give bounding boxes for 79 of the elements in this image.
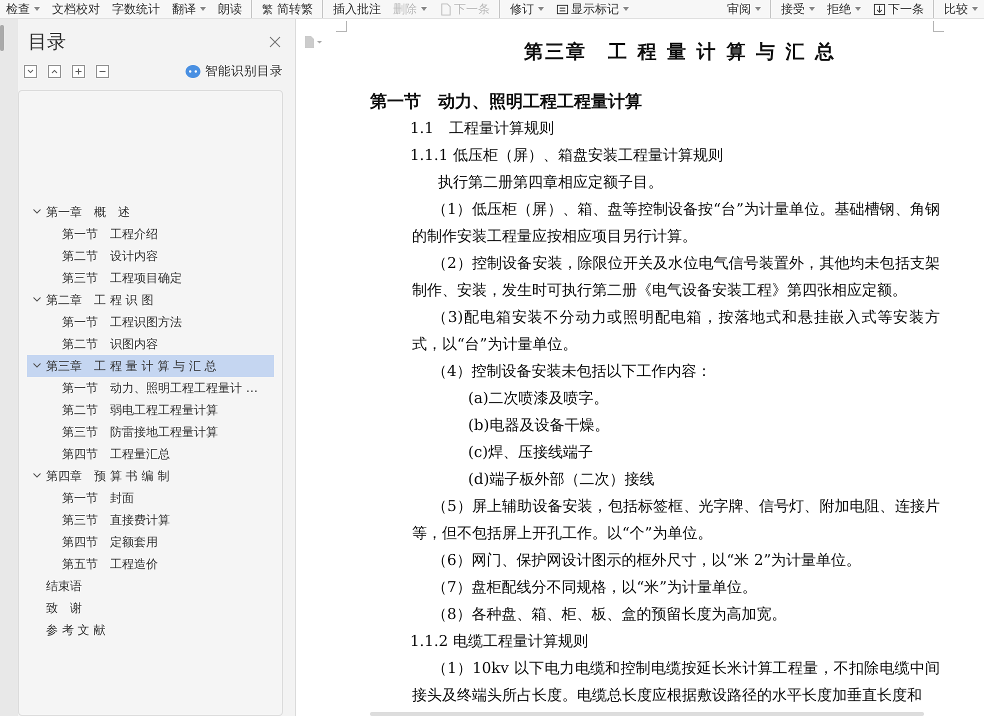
caret-icon bbox=[538, 7, 544, 11]
toolbar-button[interactable]: 审阅 bbox=[721, 0, 771, 18]
toc-item[interactable]: 第二节 识图内容 bbox=[27, 333, 274, 355]
caret-icon bbox=[809, 7, 815, 11]
caret-icon bbox=[972, 7, 978, 11]
subsection-heading: 1.1.2 电缆工程量计算规则 bbox=[409, 631, 589, 652]
subsection-heading: 1.1.1 低压柜（屏）、箱盘安装工程量计算规则 bbox=[409, 145, 724, 166]
toolbar-button[interactable]: 翻译 bbox=[166, 0, 212, 18]
robot-icon bbox=[185, 65, 201, 78]
caret-icon bbox=[623, 7, 629, 11]
toc-item[interactable]: 第二章 工 程 识 图 bbox=[27, 289, 274, 311]
paragraph: （8）各种盘、箱、柜、板、盒的预留长度为高加宽。 bbox=[431, 604, 788, 625]
toc-item[interactable]: 第四节 定额套用 bbox=[27, 531, 274, 553]
paragraph: (a)二次喷漆及喷字。 bbox=[467, 388, 610, 409]
list-icon bbox=[556, 2, 569, 16]
toolbar-button[interactable]: 比较 bbox=[938, 0, 984, 18]
paragraph: (c)焊、压接线端子 bbox=[467, 442, 594, 463]
paragraph: （2）控制设备安装，除限位开关及水位电气信号装置外，其他均未包括支架制作、安装，发生时可执行第二册《电气设备安装工程》第四张相应定额。 bbox=[411, 253, 940, 301]
toc-item[interactable]: 参 考 文 献 bbox=[27, 619, 274, 641]
paragraph: （1）10kv 以下电力电缆和控制电缆按延长米计算工程量，不扣除电缆中间接头及终端头所占长度。电缆总长度应根据敷设路径的水平长度加垂直长度和 bbox=[411, 658, 940, 706]
toc-item[interactable]: 第二节 设计内容 bbox=[27, 245, 274, 267]
chevron-icon[interactable] bbox=[33, 473, 41, 478]
caret-icon bbox=[421, 7, 427, 11]
toc-item[interactable]: 第一节 工程识图方法 bbox=[27, 311, 274, 333]
chevron-icon[interactable] bbox=[33, 297, 41, 302]
toolbar-button[interactable]: 插入批注 bbox=[327, 0, 387, 18]
paragraph: （5）屏上辅助设备安装，包括标签框、光字牌、信号灯、附加电阻、连接片等，但不包括屏上开孔工作。以“个”为单位。 bbox=[411, 496, 940, 544]
caret-icon bbox=[34, 7, 40, 11]
toolbar-button[interactable]: 接受 bbox=[775, 0, 821, 18]
toolbar-button[interactable]: 字数统计 bbox=[106, 0, 166, 18]
toolbar-button[interactable]: 显示标记 bbox=[550, 0, 635, 18]
plus-icon[interactable] bbox=[72, 65, 85, 78]
toolbar-button[interactable]: 拒绝 bbox=[821, 0, 867, 18]
close-icon[interactable] bbox=[269, 36, 281, 48]
caret-icon bbox=[855, 7, 861, 11]
toc-item[interactable]: 第一节 封面 bbox=[27, 487, 274, 509]
smart-toc-button[interactable]: 智能识别目录 bbox=[185, 63, 283, 80]
toc-item[interactable]: 第二节 弱电工程工程量计算 bbox=[27, 399, 274, 421]
scrollbar-thumb[interactable] bbox=[0, 25, 4, 51]
toolbar-button[interactable]: 文档校对 bbox=[46, 0, 106, 18]
paragraph: (d)端子板外部（二次）接线 bbox=[467, 469, 656, 490]
toolbar-button[interactable]: 检查 bbox=[0, 0, 46, 18]
toc-item[interactable]: 第一节 动力、照明工程工程量计 … bbox=[27, 377, 274, 399]
paragraph: (b)电器及设备干燥。 bbox=[467, 415, 610, 436]
arrow-down-icon bbox=[873, 2, 886, 16]
subsection-heading: 1.1 工程量计算规则 bbox=[409, 118, 555, 139]
toolbar-button[interactable]: 下一条 bbox=[867, 0, 934, 18]
paragraph: （7）盘柜配线分不同规格，以“米”为计量单位。 bbox=[431, 577, 758, 598]
section-heading: 第一节 动力、照明工程工程量计算 bbox=[370, 91, 643, 114]
toc-item[interactable]: 致 谢 bbox=[27, 597, 274, 619]
toolbar-button[interactable]: 朗读 bbox=[212, 0, 252, 18]
toolbar-button[interactable]: 修订 bbox=[504, 0, 550, 18]
horizontal-scrollbar[interactable] bbox=[370, 712, 924, 716]
caret-icon bbox=[755, 7, 761, 11]
paragraph: （3)配电箱安装不分动力或照明配电箱，按落地式和悬挂嵌入式等安装方式，以“台”为计量单位。 bbox=[411, 307, 940, 355]
toolbar-button[interactable]: 繁 简转繁 bbox=[256, 0, 323, 18]
toc-item[interactable]: 结束语 bbox=[27, 575, 274, 597]
paragraph: （6）网门、保护网设计图示的框外尺寸，以“米 2”为计量单位。 bbox=[431, 550, 862, 571]
toc-item[interactable]: 第五节 工程造价 bbox=[27, 553, 274, 575]
paragraph: （4）控制设备安装未包括以下工作内容： bbox=[431, 361, 713, 382]
chevron-icon[interactable] bbox=[33, 363, 41, 368]
toc-item[interactable]: 第一节 工程介绍 bbox=[27, 223, 274, 245]
collapse-up-icon[interactable] bbox=[48, 65, 61, 78]
toc-item[interactable]: 第三节 工程项目确定 bbox=[27, 267, 274, 289]
caret-icon bbox=[200, 7, 206, 11]
toc-item[interactable]: 第三节 直接费计算 bbox=[27, 509, 274, 531]
toc-item[interactable]: 第四节 工程量汇总 bbox=[27, 443, 274, 465]
collapse-down-icon[interactable] bbox=[24, 65, 37, 78]
toc-item[interactable]: 第三章 工 程 量 计 算 与 汇 总 bbox=[27, 355, 274, 377]
paragraph: 执行第二册第四章相应定额子目。 bbox=[437, 172, 664, 193]
toc-item[interactable]: 第一章 概 述 bbox=[27, 201, 274, 223]
paragraph: （1）低压柜（屏）、箱、盘等控制设备按“台”为计量单位。基础槽钢、角钢的制作安装工程量应按相应项目另行计算。 bbox=[411, 199, 940, 247]
chapter-title: 第三章 工 程 量 计 算 与 汇 总 bbox=[522, 40, 838, 65]
toc-item[interactable]: 第三节 防雷接地工程量计算 bbox=[27, 421, 274, 443]
document-icon bbox=[439, 2, 452, 16]
toc-item[interactable]: 第四章 预 算 书 编 制 bbox=[27, 465, 274, 487]
sidebar-title: 目录 bbox=[28, 30, 66, 55]
minus-icon[interactable] bbox=[96, 65, 109, 78]
chevron-icon[interactable] bbox=[33, 209, 41, 214]
